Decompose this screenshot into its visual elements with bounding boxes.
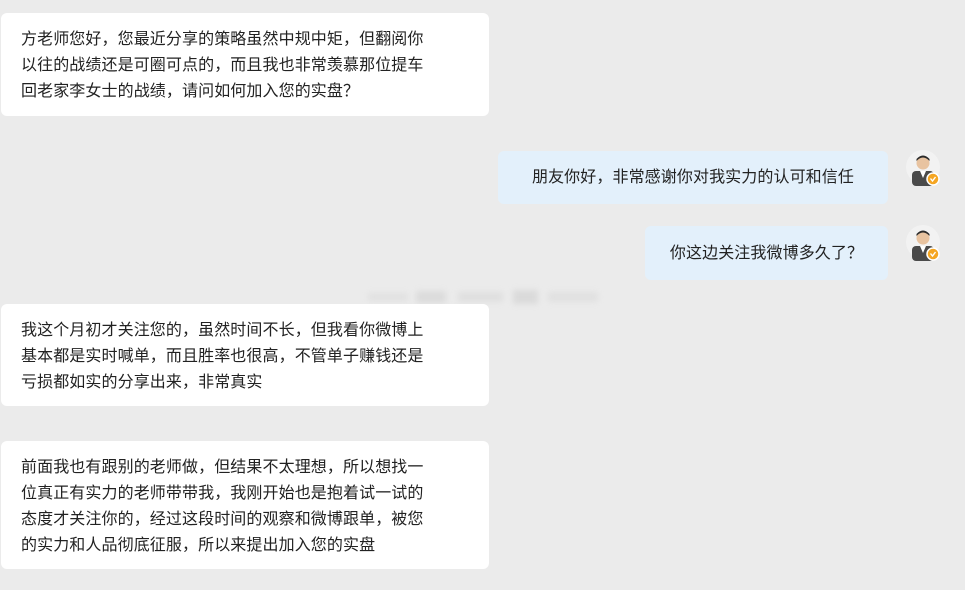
outgoing-message-bubble[interactable]: 朋友你好，非常感谢你对我实力的认可和信任 (498, 151, 888, 204)
message-text: 你这边关注我微博多久了？ (669, 243, 864, 262)
user-avatar-icon[interactable] (906, 150, 940, 188)
user-avatar-icon[interactable] (906, 225, 940, 263)
verified-badge-icon (926, 172, 940, 186)
message-text-line: 位真正有实力的老师带带我，我刚开始也是抱着试一试的 (21, 483, 424, 502)
message-text-line: 回老家李女士的战绩，请问如何加入您的实盘？ (21, 81, 360, 100)
message-text-line: 基本都是实时喊单，而且胜率也很高，不管单子赚钱还是 (21, 346, 424, 365)
message-text-line: 前面我也有跟别的老师做，但结果不太理想，所以想找一 (21, 457, 424, 476)
message-text-line: 方老师您好，您最近分享的策略虽然中规中矩，但翻阅你 (21, 29, 424, 48)
verified-badge-icon (926, 247, 940, 261)
message-text-line: 以往的战绩还是可圈可点的，而且我也非常羡慕那位提车 (21, 55, 424, 74)
incoming-message-bubble[interactable]: 方老师您好，您最近分享的策略虽然中规中矩，但翻阅你 以往的战绩还是可圈可点的，而… (1, 13, 489, 116)
message-text: 朋友你好，非常感谢你对我实力的认可和信任 (531, 167, 854, 186)
message-text-line: 的实力和人品彻底征服，所以来提出加入您的实盘 (21, 535, 376, 554)
message-text-line: 态度才关注你的，经过这段时间的观察和微博跟单，被您 (21, 509, 424, 528)
message-text-line: 我这个月初才关注您的，虽然时间不长，但我看你微博上 (21, 320, 424, 339)
chat-conversation: 方老师您好，您最近分享的策略虽然中规中矩，但翻阅你 以往的战绩还是可圈可点的，而… (0, 0, 965, 590)
message-text-line: 亏损都如实的分享出来，非常真实 (21, 372, 263, 391)
outgoing-message-bubble[interactable]: 你这边关注我微博多久了？ (645, 226, 888, 280)
incoming-message-bubble[interactable]: 我这个月初才关注您的，虽然时间不长，但我看你微博上 基本都是实时喊单，而且胜率也… (1, 304, 489, 406)
incoming-message-bubble[interactable]: 前面我也有跟别的老师做，但结果不太理想，所以想找一 位真正有实力的老师带带我，我… (1, 441, 489, 569)
